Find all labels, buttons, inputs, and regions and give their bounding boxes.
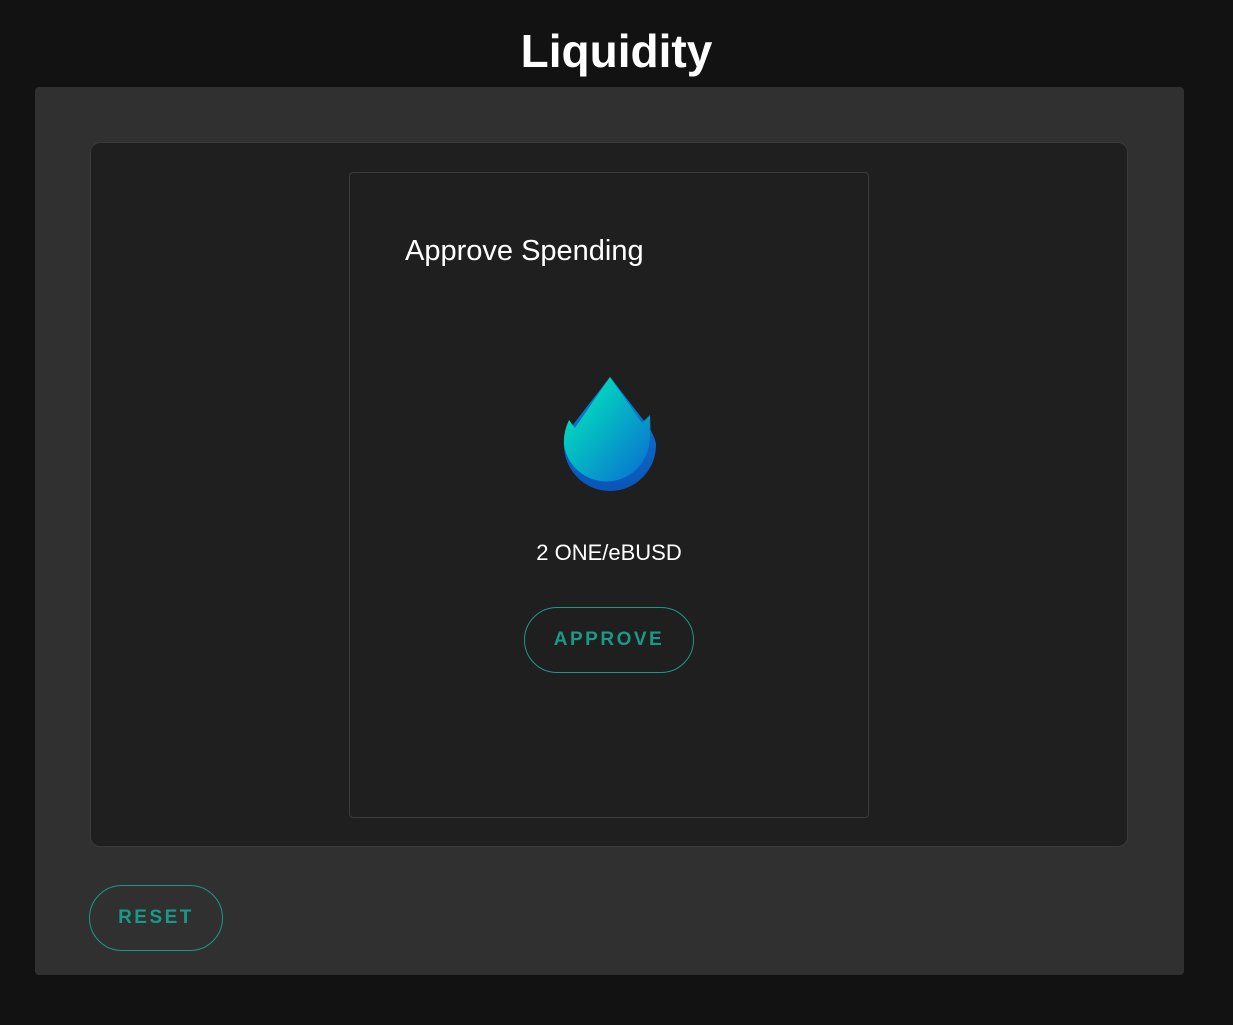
approve-button[interactable]: APPROVE (524, 607, 694, 673)
content-container: Approve Spending 2 ONE/eBUSD APPROVE (90, 142, 1128, 847)
card-title: Approve Spending (405, 235, 644, 267)
liquidity-panel: Approve Spending 2 ONE/eBUSD APPROVE RES… (35, 87, 1184, 975)
reset-button[interactable]: RESET (89, 885, 223, 951)
water-drop-icon (558, 373, 662, 493)
token-pair-label: 2 ONE/eBUSD (536, 540, 682, 565)
approve-spending-card: Approve Spending 2 ONE/eBUSD APPROVE (349, 172, 869, 818)
page-title: Liquidity (520, 25, 713, 77)
